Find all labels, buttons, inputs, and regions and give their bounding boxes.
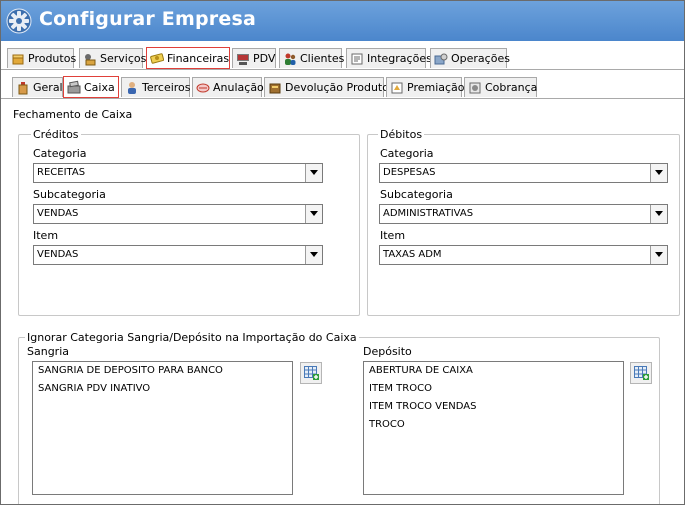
subtab-anulacao[interactable]: Anulação [192,77,264,97]
chevron-down-icon [310,170,318,175]
tab-clientes[interactable]: Clientes [279,48,345,68]
list-item[interactable]: ITEM TROCO VENDAS [369,401,477,412]
creditos-item-label: Item [33,229,59,242]
tab-label: Terceiros [142,81,191,94]
dropdown-button[interactable] [650,164,667,182]
creditos-title: Créditos [31,128,81,141]
select-value: VENDAS [37,249,79,260]
tab-label: Devolução Produto [285,81,389,94]
subtab-geral[interactable]: Geral [12,77,63,97]
debitos-title: Débitos [378,128,425,141]
tab-produtos[interactable]: Produtos [7,48,77,68]
tab-operacoes[interactable]: Operações [430,48,510,68]
ignorar-title: Ignorar Categoria Sangria/Depósito na Im… [25,331,359,344]
pdv-icon [237,53,249,65]
list-item[interactable]: SANGRIA PDV INATIVO [38,383,150,394]
list-item[interactable]: TROCO [369,419,405,430]
fechamento-title: Fechamento de Caixa [13,108,133,121]
debitos-subcategoria-label: Subcategoria [380,188,453,201]
creditos-categoria-select[interactable]: RECEITAS [33,163,323,183]
sangria-list[interactable]: SANGRIA DE DEPOSITO PARA BANCO SANGRIA P… [32,361,293,495]
integration-icon [351,53,363,64]
tab-pdv[interactable]: PDV [232,48,276,68]
tab-label: Clientes [300,52,345,65]
select-value: DESPESAS [383,167,436,178]
person-icon [128,81,136,94]
chevron-down-icon [655,211,663,216]
tab-label: Produtos [28,52,77,65]
deposito-label: Depósito [363,345,412,358]
billing-icon [469,82,481,93]
creditos-item-select[interactable]: VENDAS [33,245,323,265]
subtab-divider [1,98,684,99]
gear-icon [6,8,32,34]
dropdown-button[interactable] [305,164,322,182]
title-bar: Configurar Empresa [1,1,684,41]
subtab-terceiros[interactable]: Terceiros [121,77,191,97]
creditos-subcategoria-select[interactable]: VENDAS [33,204,323,224]
tab-label: Serviços [100,52,147,65]
debitos-categoria-label: Categoria [380,147,434,160]
select-value: TAXAS ADM [383,249,442,260]
debitos-subcategoria-select[interactable]: ADMINISTRATIVAS [379,204,668,224]
creditos-categoria-label: Categoria [33,147,87,160]
clients-icon [285,53,296,65]
subtab-devolucao-produto[interactable]: Devolução Produto [264,77,389,97]
tab-integracoes[interactable]: Integrações [346,48,432,68]
chevron-down-icon [310,252,318,257]
creditos-group [18,134,360,316]
window-title: Configurar Empresa [39,8,256,30]
subtab-cobranca[interactable]: Cobrança [464,77,537,97]
operations-icon [434,53,448,64]
dropdown-button[interactable] [305,246,322,264]
general-icon [18,81,28,94]
list-item[interactable]: SANGRIA DE DEPOSITO PARA BANCO [38,365,223,376]
dropdown-button[interactable] [305,205,322,223]
tab-label: Operações [451,52,510,65]
debitos-categoria-select[interactable]: DESPESAS [379,163,668,183]
tab-label: Premiação [407,81,465,94]
add-grid-icon [634,366,649,380]
debitos-item-select[interactable]: TAXAS ADM [379,245,668,265]
tab-servicos[interactable]: Serviços [79,48,147,68]
add-deposito-button[interactable] [630,362,652,384]
chevron-down-icon [655,252,663,257]
return-icon [269,83,281,93]
dropdown-button[interactable] [650,246,667,264]
services-icon [85,53,96,65]
tab-label: Geral [33,81,63,94]
chevron-down-icon [655,170,663,175]
tab-financeiras[interactable]: Financeiras [146,47,230,69]
award-icon [391,82,403,93]
tab-label: Caixa [84,80,115,94]
money-icon [150,53,164,64]
subtab-premiacao[interactable]: Premiação [386,77,465,97]
tab-label: Financeiras [167,51,230,65]
tab-label: Integrações [367,52,432,65]
dropdown-button[interactable] [650,205,667,223]
select-value: ADMINISTRATIVAS [383,208,474,219]
tab-label: Cobrança [485,81,538,94]
creditos-subcategoria-label: Subcategoria [33,188,106,201]
tab-divider [1,69,684,70]
deposito-list[interactable]: ABERTURA DE CAIXA ITEM TROCO ITEM TROCO … [363,361,624,495]
tab-label: Anulação [213,81,264,94]
chevron-down-icon [310,211,318,216]
cash-register-icon [67,80,81,94]
tab-label: PDV [253,52,276,65]
select-value: RECEITAS [37,167,86,178]
add-grid-icon [304,366,319,380]
select-value: VENDAS [37,208,79,219]
debitos-group [367,134,680,316]
add-sangria-button[interactable] [300,362,322,384]
debitos-item-label: Item [380,229,406,242]
cancel-icon [196,83,210,92]
list-item[interactable]: ABERTURA DE CAIXA [369,365,473,376]
list-item[interactable]: ITEM TROCO [369,383,432,394]
subtab-caixa[interactable]: Caixa [63,76,119,98]
box-icon [12,54,24,64]
sangria-label: Sangria [27,345,69,358]
configurar-empresa-window: Configurar Empresa Produtos Serviços Fin… [0,0,685,505]
